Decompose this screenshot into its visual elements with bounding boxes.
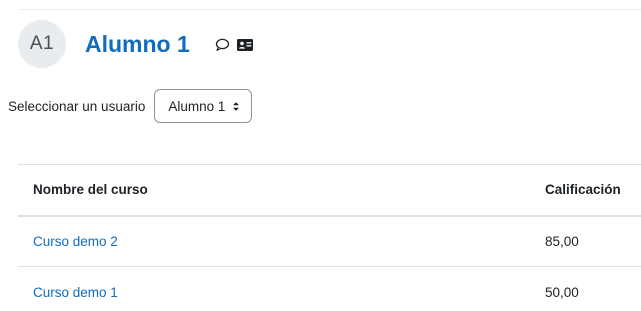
grades-table: Nombre del curso Calificación Curso demo… bbox=[18, 164, 641, 311]
user-header: A1 Alumno 1 bbox=[18, 20, 254, 68]
user-select-value: Alumno 1 bbox=[168, 98, 226, 114]
course-link[interactable]: Curso demo 1 bbox=[33, 285, 118, 300]
message-icon[interactable] bbox=[215, 38, 230, 52]
course-cell: Curso demo 1 bbox=[18, 266, 545, 311]
user-action-icons bbox=[215, 38, 254, 52]
user-selector-row: Seleccionar un usuario Alumno 1 bbox=[8, 88, 253, 124]
grade-cell: 85,00 bbox=[545, 215, 641, 267]
course-cell: Curso demo 2 bbox=[18, 215, 545, 267]
course-link[interactable]: Curso demo 2 bbox=[33, 234, 118, 249]
address-card-icon[interactable] bbox=[236, 38, 254, 52]
user-name-link[interactable]: Alumno 1 bbox=[85, 31, 190, 58]
course-name-header[interactable]: Nombre del curso bbox=[18, 164, 545, 217]
table-row: Curso demo 2 85,00 bbox=[18, 215, 641, 267]
select-caret-icon bbox=[232, 101, 240, 112]
user-selector-label: Seleccionar un usuario bbox=[8, 98, 146, 114]
grade-cell: 50,00 bbox=[545, 266, 641, 311]
grade-header[interactable]: Calificación bbox=[545, 164, 641, 217]
top-divider bbox=[18, 9, 641, 10]
table-header-row: Nombre del curso Calificación bbox=[18, 164, 641, 217]
avatar[interactable]: A1 bbox=[18, 20, 66, 68]
grades-overview-page: A1 Alumno 1 Seleccionar un usuario Alumn… bbox=[0, 0, 641, 311]
user-select-dropdown[interactable]: Alumno 1 bbox=[154, 89, 253, 123]
table-row: Curso demo 1 50,00 bbox=[18, 266, 641, 311]
